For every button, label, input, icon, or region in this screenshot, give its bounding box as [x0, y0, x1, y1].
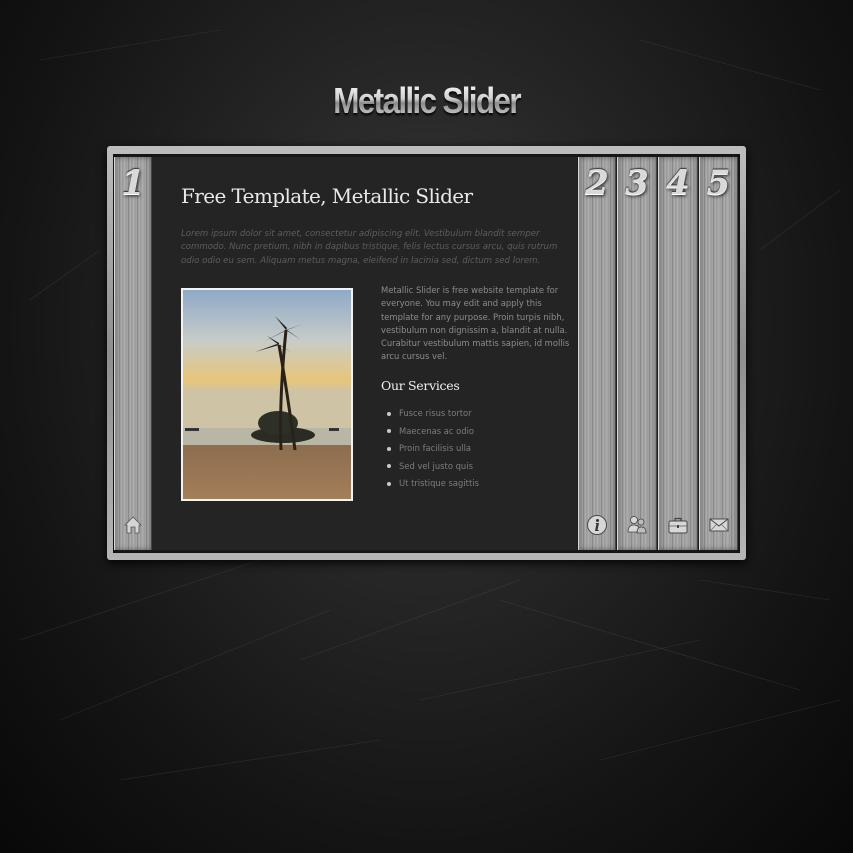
info-icon	[587, 515, 607, 535]
beach-photo	[181, 288, 353, 501]
panel-number: 1	[121, 163, 145, 203]
intro-text: Lorem ipsum dolor sit amet, consectetur …	[181, 229, 558, 266]
list-item[interactable]: Maecenas ac odio	[387, 423, 479, 441]
slider-panel-4[interactable]: 4	[658, 157, 698, 550]
briefcase-icon	[668, 517, 688, 534]
services-heading: Our Services	[381, 378, 460, 393]
panel-number: 3	[625, 163, 649, 203]
home-icon	[124, 516, 142, 534]
mail-icon	[709, 518, 728, 532]
slider-panel-5[interactable]: 5	[699, 157, 738, 550]
page-title: Free Template, Metallic Slider	[181, 184, 473, 208]
list-item[interactable]: Fusce risus tortor	[387, 405, 479, 423]
slider-panel-1[interactable]: 1	[114, 157, 152, 550]
description-text: Metallic Slider is free website template…	[381, 285, 570, 362]
panel-number: 5	[706, 163, 731, 203]
list-item[interactable]: Sed vel justo quis	[387, 458, 479, 476]
services-list: Fusce risus tortor Maecenas ac odio Proi…	[387, 405, 479, 493]
panel-number: 2	[585, 163, 609, 203]
list-item[interactable]: Proin facilisis ulla	[387, 440, 479, 458]
site-logo[interactable]: Metallic Slider	[51, 80, 802, 122]
slider-panel-2[interactable]: 2	[578, 157, 616, 550]
slider-panel-3[interactable]: 3	[617, 157, 657, 550]
users-icon	[627, 516, 647, 534]
panel-number: 4	[666, 163, 690, 203]
list-item[interactable]: Ut tristique sagittis	[387, 475, 479, 493]
